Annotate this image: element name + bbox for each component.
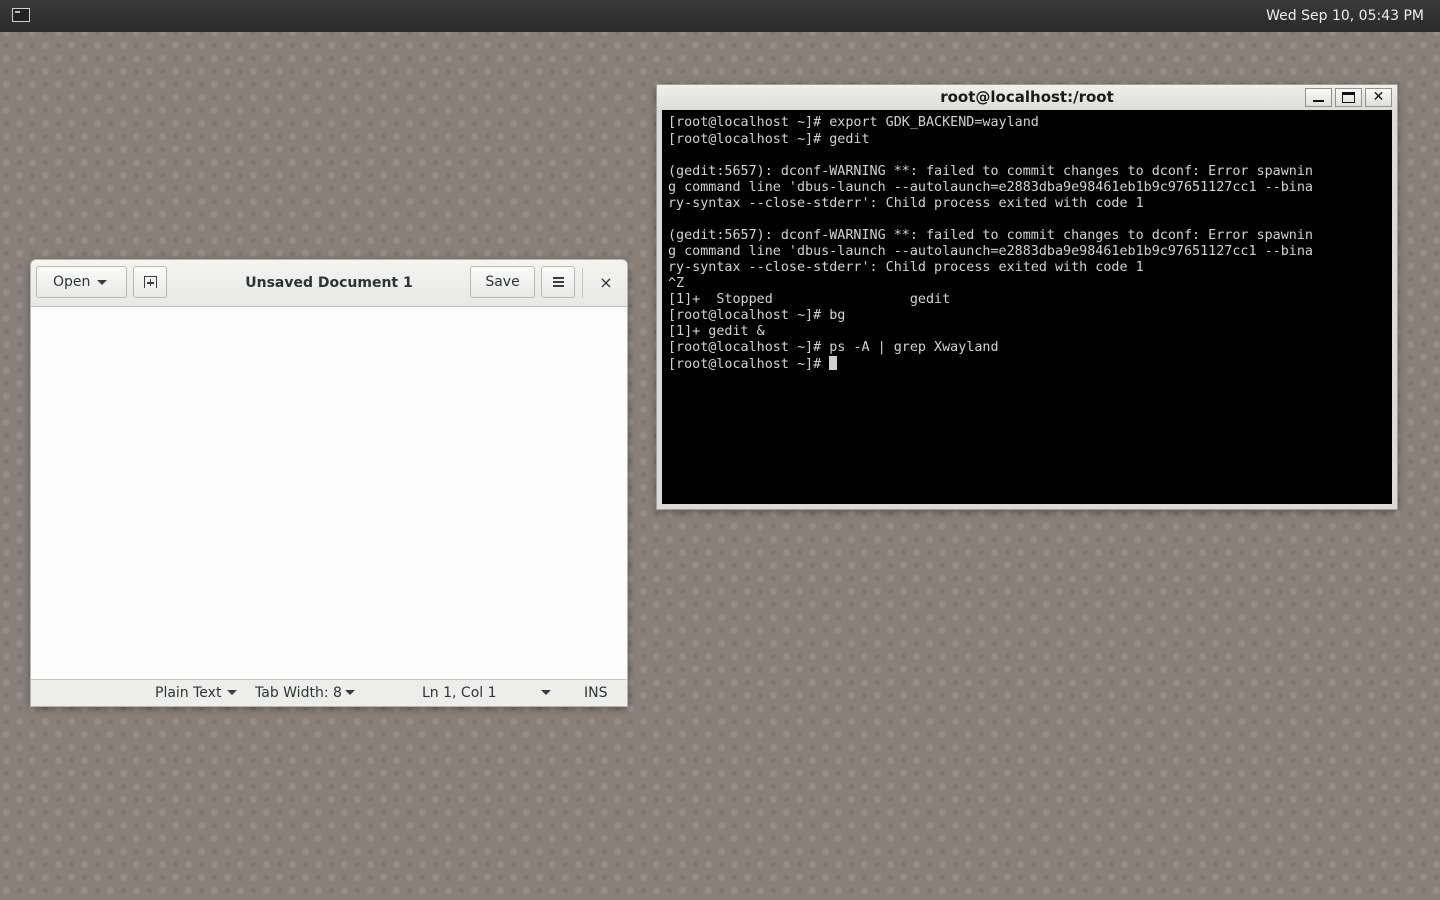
maximize-button[interactable]: [1335, 88, 1362, 107]
gedit-window: Open Unsaved Document 1 Save × Plain Tex…: [30, 259, 628, 707]
tab-width-selector[interactable]: Tab Width: 8: [255, 680, 357, 706]
minimize-icon: [1313, 100, 1324, 102]
terminal-line: (gedit:5657): dconf-WARNING **: failed t…: [668, 164, 1313, 179]
chevron-down-icon: [97, 280, 107, 285]
language-label: Plain Text: [155, 685, 222, 701]
cursor-position[interactable]: Ln 1, Col 1: [422, 680, 497, 706]
window-title: Unsaved Document 1: [245, 275, 413, 291]
terminal-line: [1]+ gedit &: [668, 324, 765, 339]
panel-clock[interactable]: Wed Sep 10, 05:43 PM: [1266, 0, 1424, 32]
terminal-line: g command line 'dbus-launch --autolaunch…: [668, 180, 1313, 195]
terminal-line: [root@localhost ~]# export GDK_BACKEND=w…: [668, 115, 1039, 130]
terminal-line: (gedit:5657): dconf-WARNING **: failed t…: [668, 228, 1313, 243]
maximize-icon: [1342, 92, 1355, 103]
new-tab-button[interactable]: [133, 266, 167, 298]
close-button[interactable]: ×: [593, 268, 619, 298]
terminal-screen[interactable]: [root@localhost ~]# export GDK_BACKEND=w…: [662, 110, 1392, 504]
terminal-line: ry-syntax --close-stderr': Child process…: [668, 196, 1144, 211]
terminal-title: root@localhost:/root: [940, 88, 1114, 106]
chevron-down-icon: [541, 690, 551, 695]
open-button-label: Open: [53, 274, 91, 290]
terminal-line: ^Z: [668, 276, 685, 291]
text-editor-area[interactable]: [31, 307, 627, 679]
terminal-close-button[interactable]: ✕: [1365, 88, 1392, 107]
terminal-line: [1]+ Stopped gedit: [668, 292, 951, 307]
terminal-cursor: [829, 356, 838, 370]
top-panel: Wed Sep 10, 05:43 PM: [0, 0, 1440, 32]
terminal-window: root@localhost:/root ✕ [root@localhost ~…: [656, 84, 1398, 510]
terminal-line: ry-syntax --close-stderr': Child process…: [668, 260, 1144, 275]
status-bar: Plain Text Tab Width: 8 Ln 1, Col 1 INS: [31, 679, 627, 706]
insert-mode-indicator[interactable]: INS: [584, 680, 608, 706]
terminal-prompt: [root@localhost ~]#: [668, 357, 830, 372]
chevron-down-icon: [227, 690, 237, 695]
terminal-titlebar[interactable]: root@localhost:/root ✕: [657, 85, 1397, 110]
tab-width-label: Tab Width: 8: [255, 685, 342, 701]
terminal-line: [root@localhost ~]# bg: [668, 308, 846, 323]
close-icon: ✕: [1372, 89, 1385, 105]
chevron-down-icon: [345, 690, 355, 695]
terminal-prompt-line: [root@localhost ~]#: [668, 356, 838, 372]
terminal-line: [root@localhost ~]# gedit: [668, 132, 870, 147]
terminal-icon[interactable]: [12, 8, 30, 22]
menu-button[interactable]: [541, 266, 575, 298]
open-button[interactable]: Open: [36, 266, 127, 298]
terminal-line: g command line 'dbus-launch --autolaunch…: [668, 244, 1313, 259]
new-tab-icon: [144, 276, 157, 288]
position-dropdown[interactable]: [541, 680, 553, 706]
minimize-button[interactable]: [1305, 88, 1332, 107]
header-separator: [582, 268, 583, 298]
terminal-line: [root@localhost ~]# ps -A | grep Xwaylan…: [668, 340, 999, 355]
language-selector[interactable]: Plain Text: [155, 680, 239, 706]
hamburger-menu-icon: [553, 277, 564, 287]
gedit-headerbar: Open Unsaved Document 1 Save ×: [31, 260, 627, 307]
save-button[interactable]: Save: [470, 266, 535, 298]
